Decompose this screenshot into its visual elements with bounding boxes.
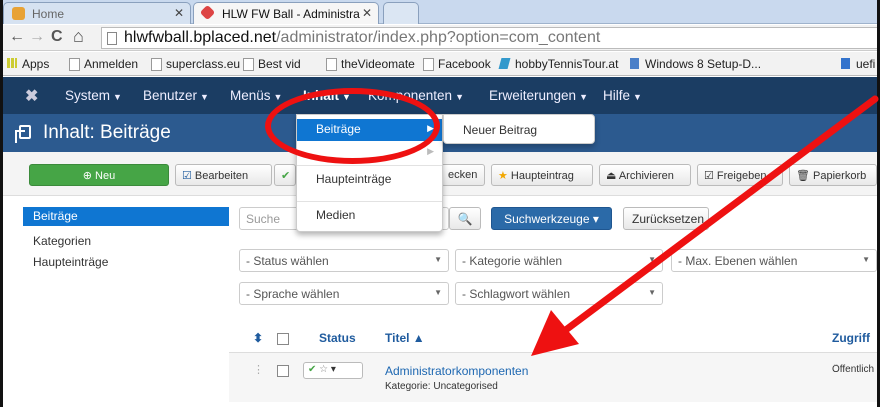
new-tab-button[interactable] — [383, 2, 419, 24]
bookmark-apps[interactable]: Apps — [7, 57, 49, 71]
menu-divider — [297, 201, 442, 202]
tab-home[interactable]: Home ✕ — [3, 2, 191, 24]
nav-menues[interactable]: Menüs ▼ — [230, 88, 282, 103]
bookmark-best-vid[interactable]: Best vid — [243, 57, 301, 71]
home-favicon-icon — [12, 7, 25, 20]
address-bar-row: ← → C ⌂ hlwfwball.bplaced.net/administra… — [3, 25, 877, 51]
featured-button[interactable]: ★ Haupteintrag — [491, 164, 593, 186]
archive-icon: ⏏ — [606, 170, 619, 182]
url-path: /administrator/index.php?option=com_cont… — [276, 29, 601, 46]
status-button-group[interactable]: ✔ ☆ ▾ — [303, 362, 363, 379]
bookmark-thevideomate[interactable]: theVideomate — [326, 57, 415, 71]
ordering-sort-icon[interactable]: ⬍ — [253, 331, 263, 345]
language-select[interactable]: - Sprache wählen ▼ — [239, 282, 449, 305]
joomla-logo-icon[interactable]: ✖ — [25, 86, 38, 106]
select-all-checkbox[interactable] — [277, 333, 289, 345]
search-icon: 🔍 — [457, 212, 473, 226]
chevron-right-icon: ▶ — [427, 146, 434, 156]
search-tools-button[interactable]: Suchwerkzeuge ▾ — [491, 207, 612, 230]
back-arrow-icon[interactable]: ← — [9, 28, 25, 46]
page-icon — [107, 32, 117, 45]
edit-button[interactable]: ☑ Bearbeiten — [175, 164, 272, 186]
max-levels-select[interactable]: - Max. Ebenen wählen ▼ — [671, 249, 877, 272]
checkin-button[interactable]: ☑ Freigeben — [697, 164, 783, 186]
featured-star-icon[interactable]: ☆ — [319, 364, 328, 375]
admin-navbar: ✖ System ▼ Benutzer ▼ Menüs ▼ Inhalt ▼ Kompo… — [3, 77, 877, 114]
star-icon: ★ — [498, 170, 511, 182]
checkbox-icon: ☑ — [704, 170, 717, 182]
bookmark-uefi[interactable]: uefi — [841, 57, 875, 71]
reload-icon[interactable]: C — [51, 28, 63, 46]
menu-item-kategorien-obscured[interactable]: ▶ — [297, 143, 442, 161]
new-button[interactable]: ⊕ Neu — [29, 164, 169, 186]
status-select[interactable]: - Status wählen ▼ — [239, 249, 449, 272]
bookmark-hobbytennistour[interactable]: hobbyTennisTour.at — [500, 57, 618, 71]
trash-button[interactable]: 🗑 Papierkorb — [789, 164, 877, 186]
close-tab-icon[interactable]: ✕ — [362, 6, 372, 20]
check-icon: ✔ — [281, 170, 291, 182]
access-column-header[interactable]: Zugriff — [832, 331, 870, 345]
plus-circle-icon: ⊕ — [82, 170, 96, 182]
submenu-new-article[interactable]: Neuer Beitrag — [443, 114, 595, 144]
archive-button[interactable]: ⏏ Archivieren — [599, 164, 691, 186]
published-check-icon[interactable]: ✔ — [308, 364, 316, 375]
chevron-right-icon: ▶ — [427, 123, 434, 133]
browser-tab-bar: Home ✕ HLW FW Ball - Administra ✕ — [3, 0, 877, 24]
page-title: Inhalt: Beiträge — [43, 122, 171, 143]
edit-icon: ☑ — [182, 170, 195, 182]
menu-item-medien[interactable]: Medien — [297, 205, 442, 227]
url-input[interactable]: hlwfwball.bplaced.net/administrator/inde… — [101, 27, 877, 49]
bookmark-windows8[interactable]: Windows 8 Setup-D... — [630, 57, 761, 71]
bookmark-facebook[interactable]: Facebook — [423, 57, 491, 71]
forward-arrow-icon[interactable]: → — [29, 28, 45, 46]
nav-komponenten[interactable]: Komponenten ▼ — [368, 88, 464, 103]
menu-divider — [297, 165, 442, 166]
sidebar-item-beitraege[interactable]: Beiträge — [23, 207, 229, 226]
nav-inhalt[interactable]: Inhalt ▼ — [303, 88, 351, 103]
bookmarks-bar: Apps Anmelden superclass.eu Best vid the… — [3, 52, 877, 76]
publish-button[interactable]: ✔ — [274, 164, 296, 186]
reset-button[interactable]: Zurücksetzen — [623, 207, 709, 230]
bookmark-anmelden[interactable]: Anmelden — [69, 57, 138, 71]
unpublish-button[interactable]: ecken — [441, 164, 485, 186]
url-domain: hlwfwball.bplaced.net — [124, 29, 277, 46]
tab-title: Home — [32, 7, 65, 21]
tab-admin[interactable]: HLW FW Ball - Administra ✕ — [193, 2, 379, 24]
drag-handle-icon[interactable]: ⋮ — [253, 363, 264, 376]
title-column-header[interactable]: Titel ▲ — [385, 331, 425, 345]
home-icon[interactable]: ⌂ — [73, 26, 84, 47]
sidebar-item-haupteintraege[interactable]: Haupteinträge — [23, 253, 229, 272]
nav-system[interactable]: System ▼ — [65, 88, 122, 103]
menu-item-haupteintraege[interactable]: Haupteinträge — [297, 169, 442, 191]
article-category: Kategorie: Uncategorised — [385, 381, 498, 392]
chevron-down-icon[interactable]: ▾ — [331, 364, 336, 375]
article-title-link[interactable]: Administratorkomponenten — [385, 364, 528, 378]
inhalt-dropdown-menu: Beiträge ▶ ▶ Haupteinträge Medien — [296, 114, 443, 232]
category-select[interactable]: - Kategorie wählen ▼ — [455, 249, 663, 272]
nav-benutzer[interactable]: Benutzer ▼ — [143, 88, 209, 103]
row-checkbox[interactable] — [277, 365, 289, 377]
bookmark-superclass[interactable]: superclass.eu — [151, 57, 240, 71]
sidebar-item-kategorien[interactable]: Kategorien — [23, 232, 229, 251]
copy-articles-icon — [15, 125, 31, 143]
nav-hilfe[interactable]: Hilfe ▼ — [603, 88, 642, 103]
close-tab-icon[interactable]: ✕ — [174, 6, 184, 20]
joomla-favicon-icon — [199, 4, 216, 21]
search-button[interactable]: 🔍 — [449, 207, 481, 230]
menu-item-beitraege[interactable]: Beiträge ▶ — [297, 119, 442, 141]
nav-erweiterungen[interactable]: Erweiterungen ▼ — [489, 88, 588, 103]
trash-icon: 🗑 — [796, 170, 814, 182]
tag-select[interactable]: - Schlagwort wählen ▼ — [455, 282, 663, 305]
tab-title: HLW FW Ball - Administra — [222, 7, 360, 21]
status-column-header[interactable]: Status — [319, 331, 356, 345]
article-access: Öffentlich — [832, 364, 875, 375]
